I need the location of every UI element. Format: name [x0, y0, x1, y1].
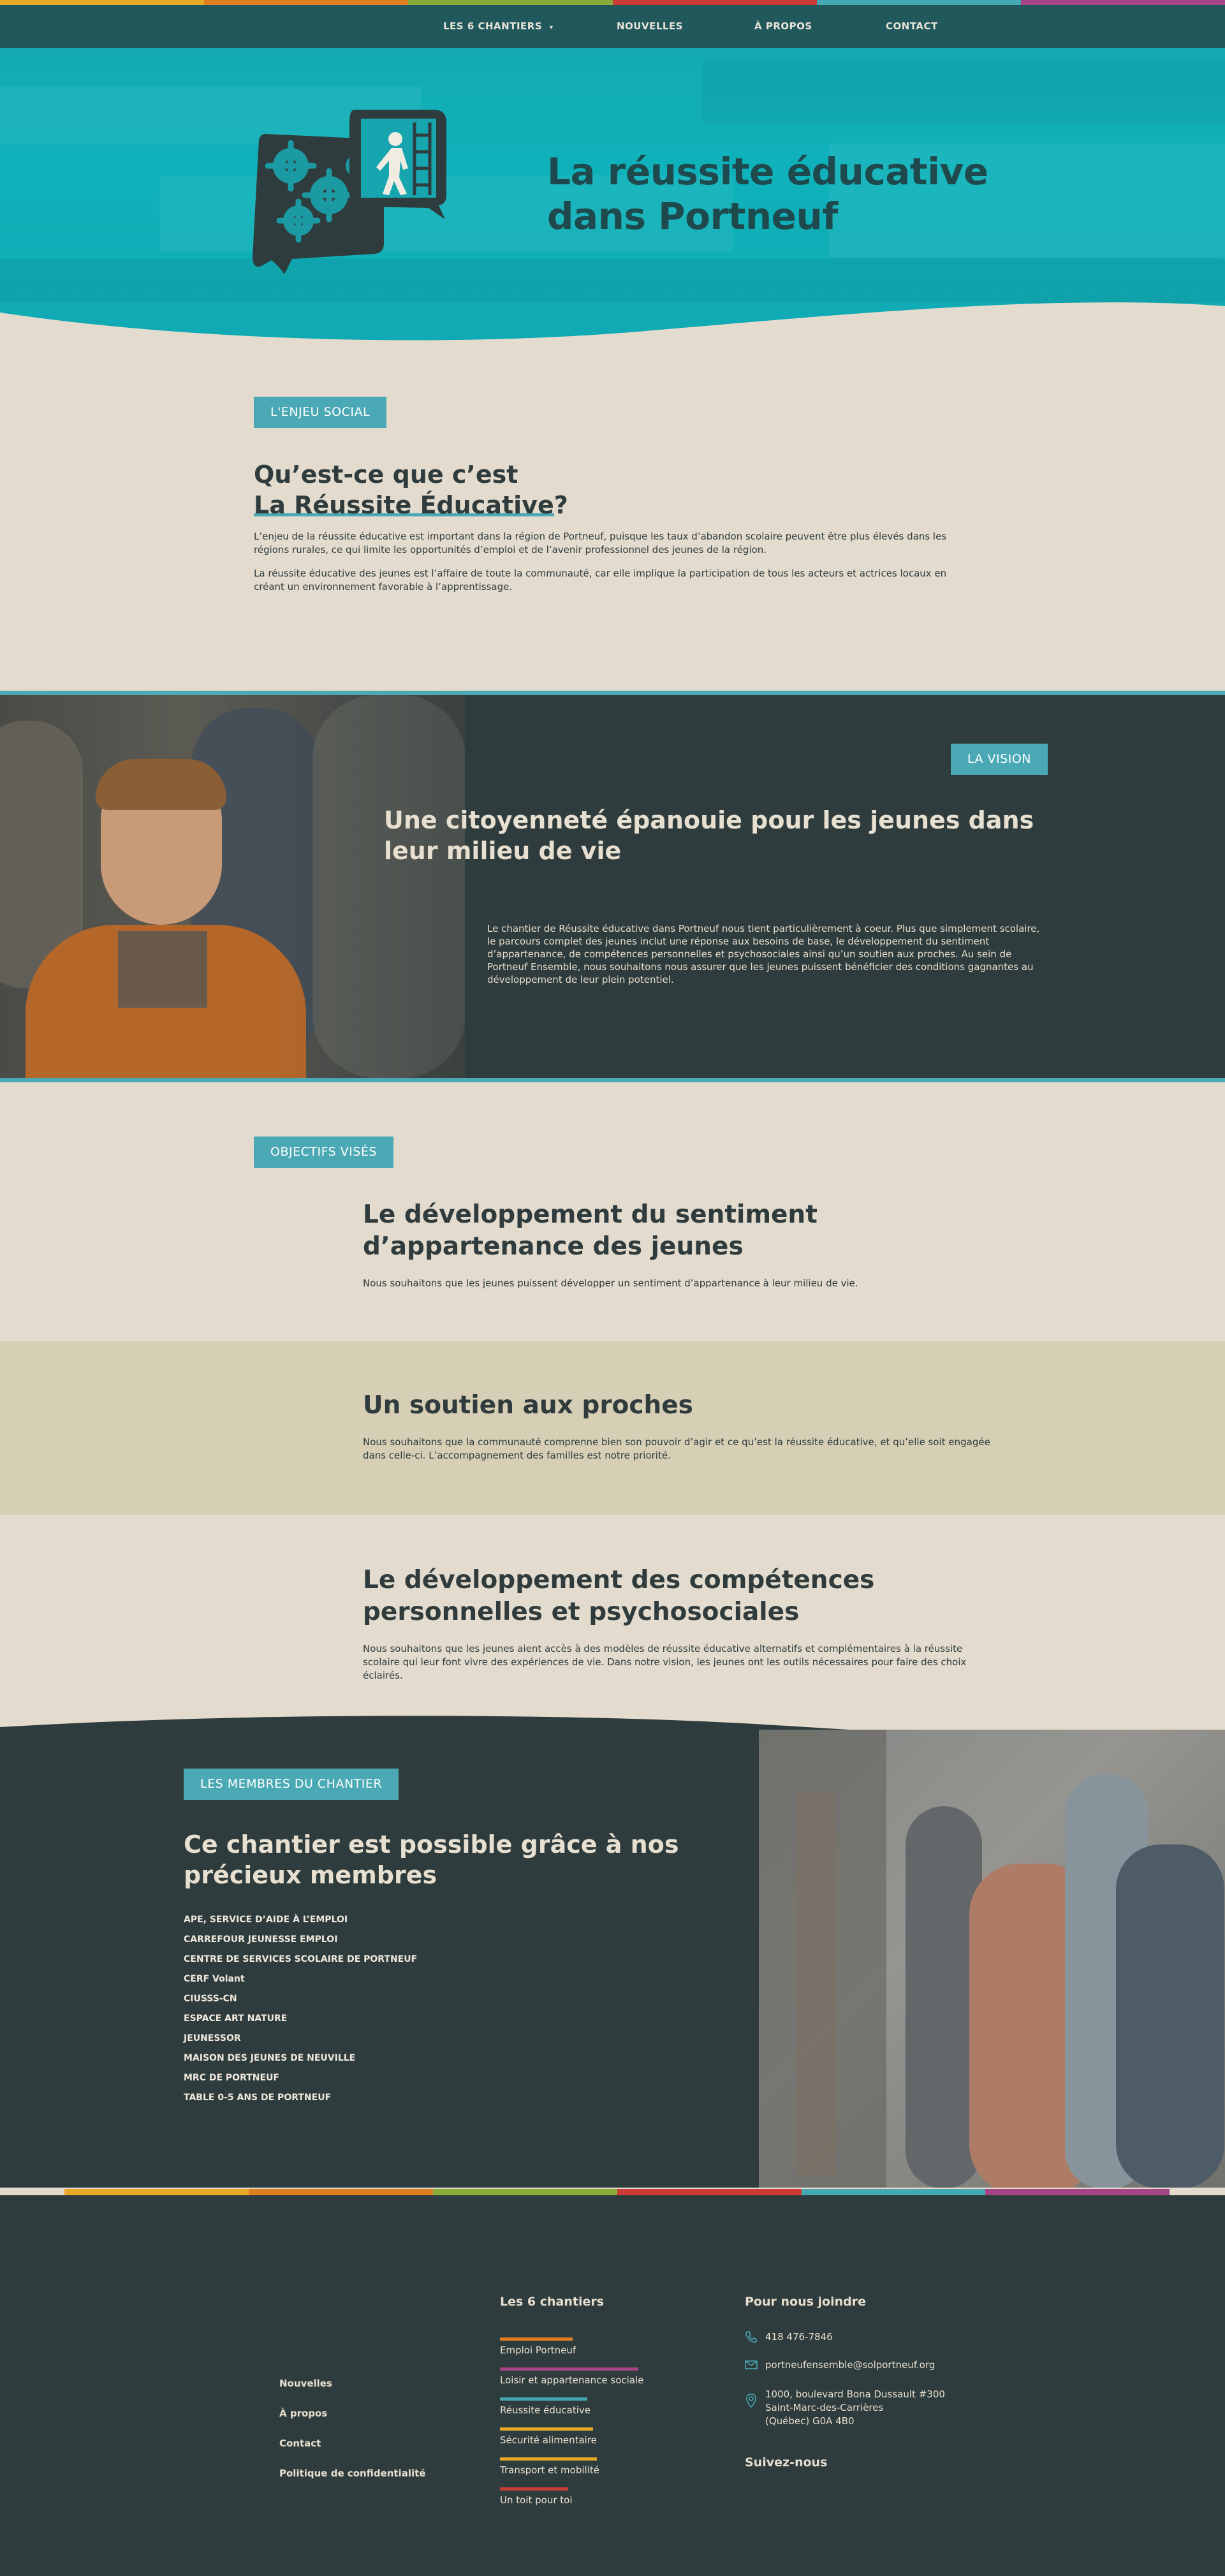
- vision-tag: LA VISION: [951, 744, 1048, 775]
- footer-chantiers-heading: Les 6 chantiers: [500, 2295, 605, 2309]
- phone-icon: [745, 2331, 757, 2343]
- footer-address: 1000, boulevard Bona Dussault #300 Saint…: [745, 2388, 945, 2428]
- footer-chantier-link[interactable]: Sécurité alimentaire: [500, 2427, 597, 2446]
- objectifs-tag: OBJECTIFS VISÉS: [254, 1137, 393, 1168]
- list-item: ESPACE ART NATURE: [184, 2013, 288, 2024]
- footer-chantier-link[interactable]: Un toit pour toi: [500, 2487, 573, 2506]
- hero-title: La réussite éducative dans Portneuf: [547, 150, 988, 238]
- footer-link-confidentialite[interactable]: Politique de confidentialité: [279, 2468, 425, 2479]
- footer-chantier-link[interactable]: Transport et mobilité: [500, 2457, 599, 2476]
- section-divider: [0, 691, 1225, 695]
- membres-tag: LES MEMBRES DU CHANTIER: [184, 1769, 399, 1800]
- speech-bubbles-gears-ladder-icon: [253, 110, 446, 274]
- chevron-down-icon: ▾: [549, 24, 554, 31]
- nav-item-nouvelles[interactable]: NOUVELLES: [617, 20, 683, 32]
- color-stripe: [0, 2189, 1225, 2195]
- top-navigation-bar: [0, 0, 1225, 48]
- vision-title: Une citoyenneté épanouie pour les jeunes…: [384, 806, 1034, 865]
- list-item: CARREFOUR JEUNESSE EMPLOI: [184, 1934, 338, 1945]
- nav-item-a-propos[interactable]: À PROPOS: [754, 20, 812, 32]
- nav-item-contact[interactable]: CONTACT: [886, 20, 938, 32]
- map-pin-icon: [746, 2394, 756, 2408]
- footer-chantier-link[interactable]: Loisir et appartenance sociale: [500, 2367, 643, 2386]
- footer-contact-heading: Pour nous joindre: [745, 2295, 866, 2309]
- vision-body: Le chantier de Réussite éducative dans P…: [487, 923, 1040, 985]
- email-icon: [745, 2360, 758, 2369]
- list-item: CIUSSS-CN: [184, 1994, 237, 2004]
- list-item: TABLE 0-5 ANS DE PORTNEUF: [184, 2093, 332, 2103]
- list-item: MRC DE PORTNEUF: [184, 2073, 279, 2083]
- footer-link-nouvelles[interactable]: Nouvelles: [279, 2378, 332, 2389]
- color-stripe: [0, 0, 1225, 5]
- list-item: MAISON DES JEUNES DE NEUVILLE: [184, 2053, 356, 2063]
- footer-link-contact[interactable]: Contact: [279, 2438, 321, 2449]
- highlighted-phrase: La Réussite Éducative: [254, 491, 554, 519]
- list-item: CENTRE DE SERVICES SCOLAIRE DE PORTNEUF: [184, 1954, 418, 1964]
- footer-email[interactable]: portneufensemble@solportneuf.org: [745, 2359, 935, 2371]
- membres-title: Ce chantier est possible grâce à nos pré…: [184, 1830, 679, 1889]
- footer-chantier-link[interactable]: Réussite éducative: [500, 2397, 590, 2416]
- list-item: APE, SERVICE D’AIDE À L’EMPLOI: [184, 1915, 348, 1925]
- vision-photo: [0, 695, 465, 1078]
- footer-phone[interactable]: 418 476-7846: [745, 2330, 833, 2343]
- list-item: CERF Volant: [184, 1974, 245, 1984]
- hero-wave-divider: [0, 302, 1225, 370]
- enjeu-paragraph-2: La réussite éducative des jeunes est l’a…: [254, 568, 947, 592]
- enjeu-paragraph-1: L’enjeu de la réussite éducative est imp…: [254, 531, 947, 556]
- membres-photo: [759, 1730, 1225, 2188]
- footer-follow-heading: Suivez-nous: [745, 2455, 828, 2469]
- footer-chantier-link[interactable]: Emploi Portneuf: [500, 2337, 576, 2356]
- objectif-item: Le développement des compétences personn…: [363, 1566, 967, 1681]
- list-item: JEUNESSOR: [184, 2033, 241, 2043]
- objectif-item: Un soutien aux proches Nous souhaitons q…: [363, 1391, 990, 1461]
- section-divider: [0, 1078, 1225, 1082]
- enjeu-tag: L'ENJEU SOCIAL: [254, 397, 387, 428]
- objectif-item: Le développement du sentiment d’apparten…: [363, 1200, 858, 1289]
- nav-item-chantiers[interactable]: LES 6 CHANTIERS ▾: [443, 20, 553, 32]
- membres-list: APE, SERVICE D’AIDE À L’EMPLOI CARREFOUR…: [184, 1913, 694, 2111]
- enjeu-heading: Qu’est-ce que c’est La Réussite Éducativ…: [254, 460, 568, 519]
- footer-link-a-propos[interactable]: À propos: [279, 2408, 327, 2419]
